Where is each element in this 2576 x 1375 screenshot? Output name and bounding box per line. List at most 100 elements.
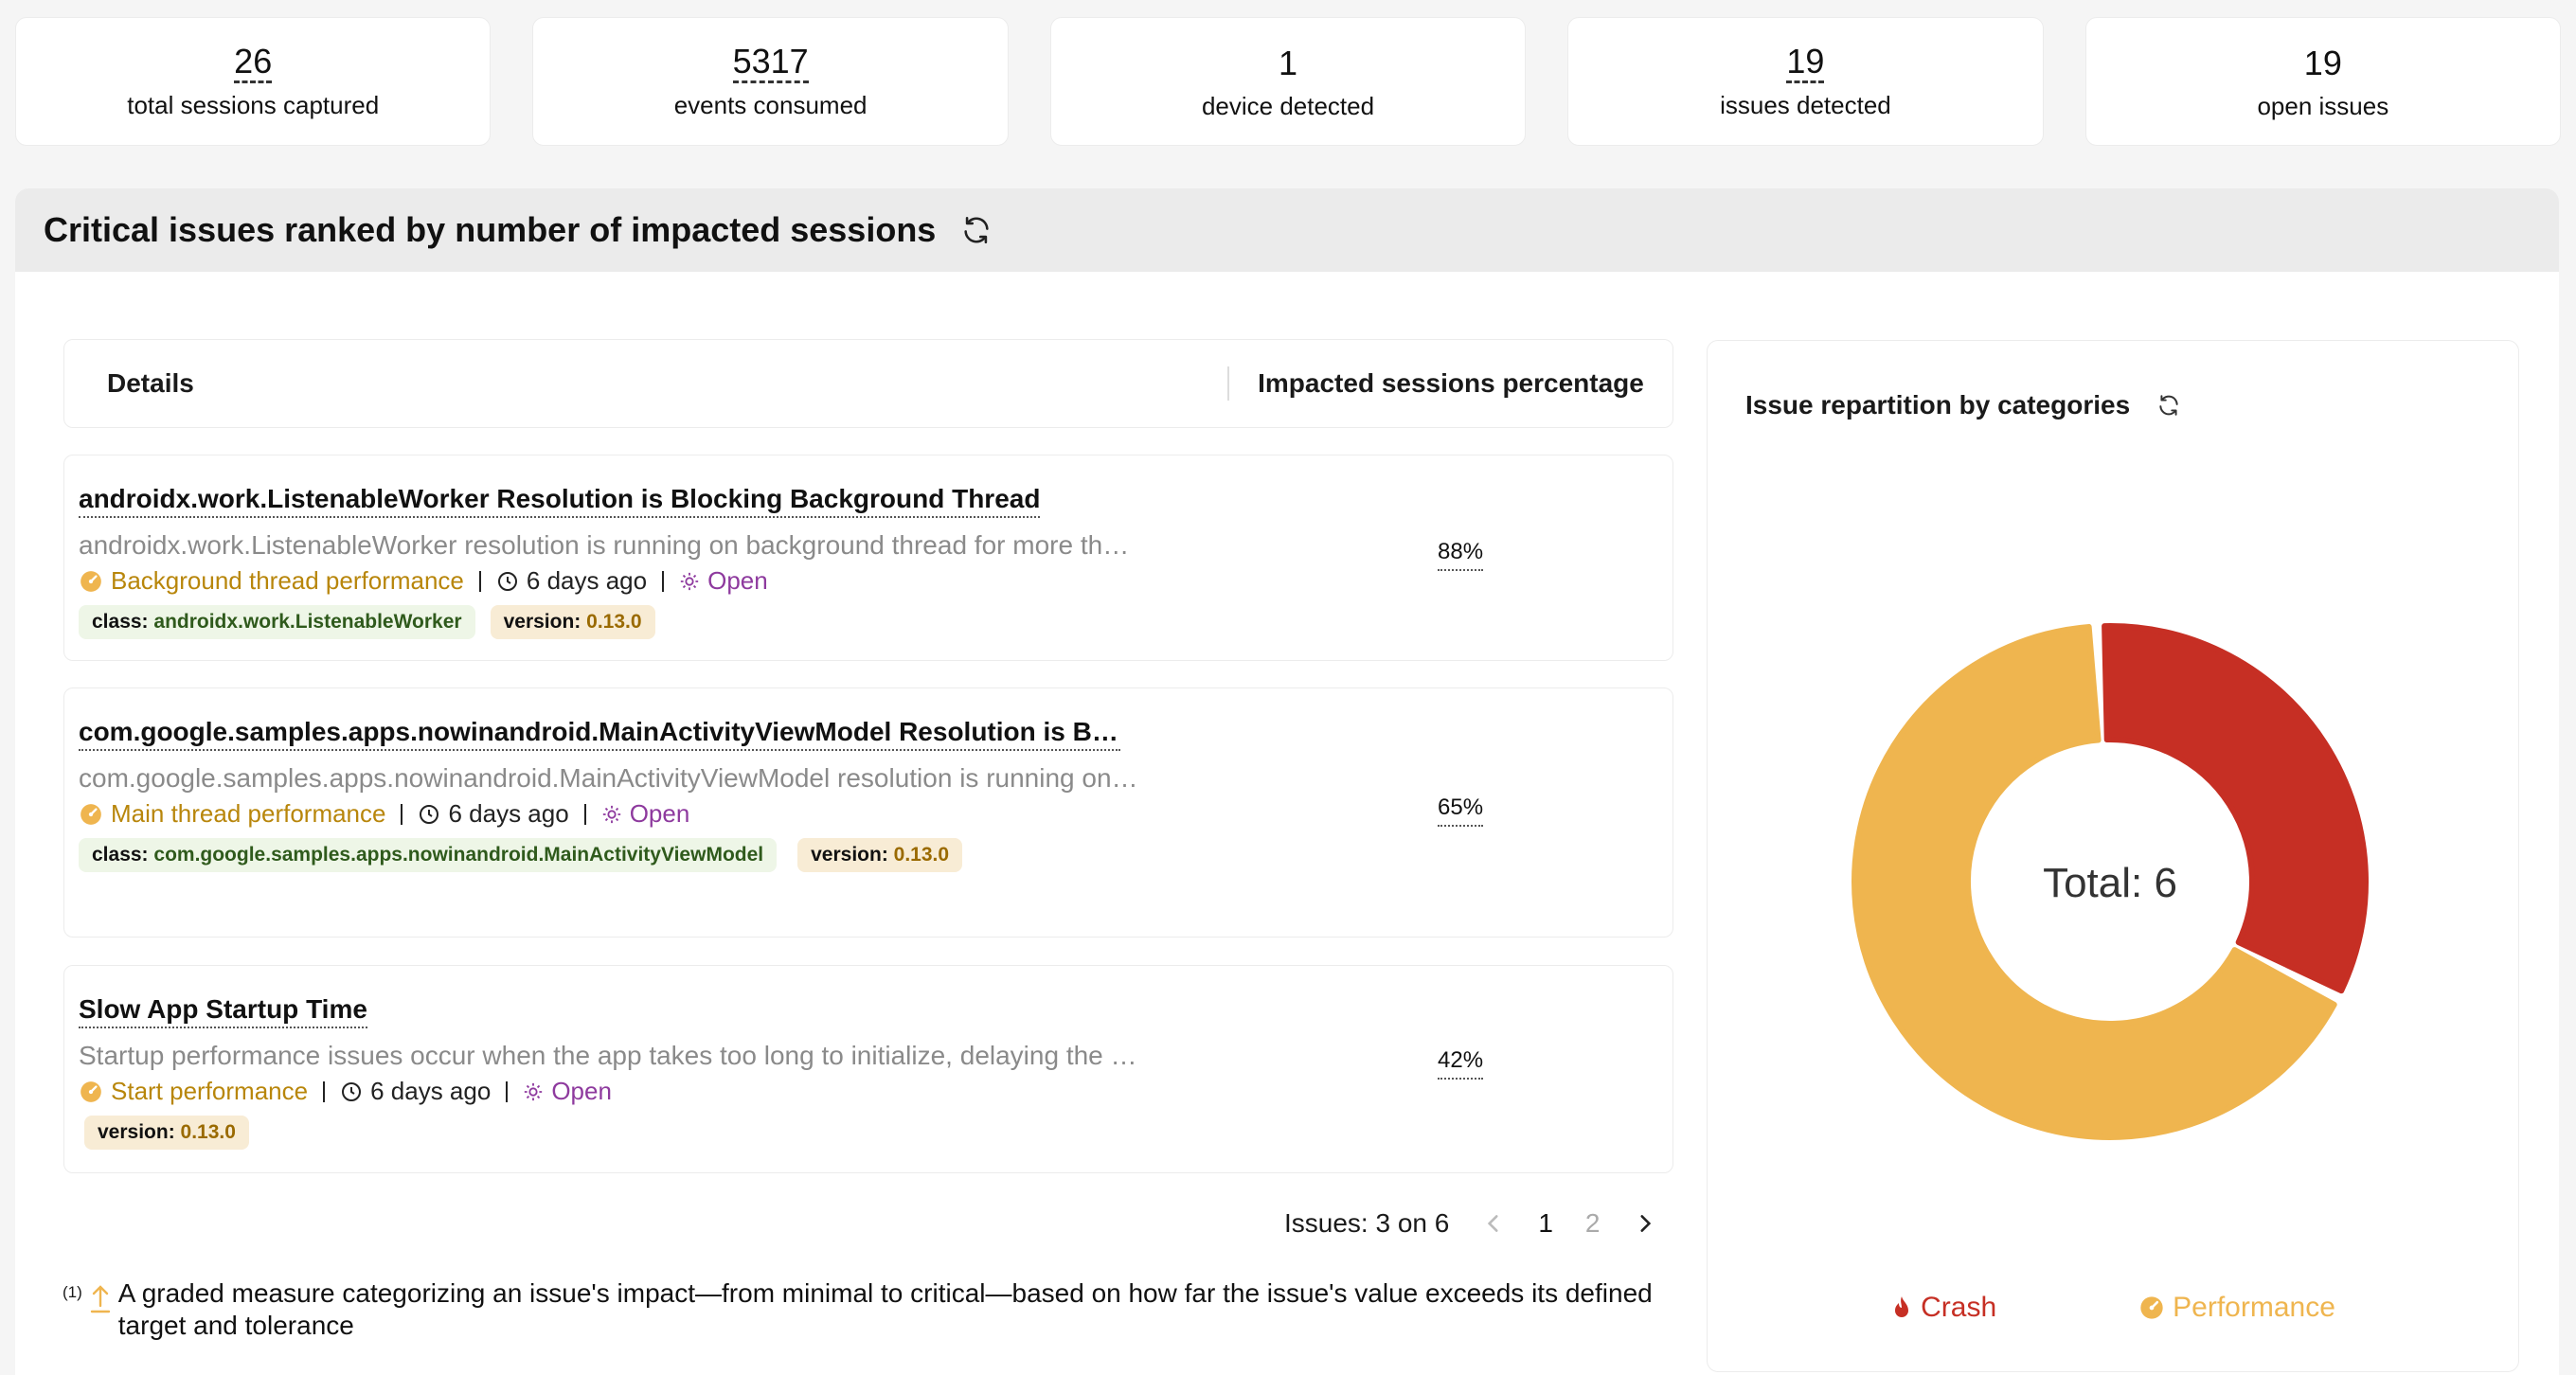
clock-icon xyxy=(418,803,440,826)
column-header-impact: Impacted sessions percentage xyxy=(1258,368,1644,398)
stat-label: total sessions captured xyxy=(127,91,380,119)
issue-category: Start performance xyxy=(79,1077,308,1106)
stats-row: 26 total sessions captured 5317 events c… xyxy=(15,17,2562,146)
class-tag: class: androidx.work.ListenableWorker xyxy=(79,605,475,639)
clock-icon xyxy=(496,570,519,593)
separator xyxy=(583,803,586,825)
issue-description: androidx.work.ListenableWorker resolutio… xyxy=(79,530,1139,560)
time-label: 6 days ago xyxy=(448,799,569,828)
footnote-text: A graded measure categorizing an issue's… xyxy=(117,1278,1653,1340)
category-label: Background thread performance xyxy=(111,566,464,595)
version-tag: version: 0.13.0 xyxy=(797,838,963,872)
status-label: Open xyxy=(551,1077,612,1105)
issue-row[interactable]: androidx.work.ListenableWorker Resolutio… xyxy=(63,455,1673,661)
footnote-mark: (1) xyxy=(63,1283,82,1301)
footnote: (1) A graded measure categorizing an iss… xyxy=(63,1277,1673,1342)
stat-card-sessions: 26 total sessions captured xyxy=(15,17,492,146)
status-label: Open xyxy=(707,566,768,595)
chevron-left-icon[interactable] xyxy=(1481,1211,1506,1236)
issue-meta: Background thread performance 6 days ago… xyxy=(79,566,1196,596)
stat-card-devices: 1 device detected xyxy=(1049,17,1527,146)
page-2-button[interactable]: 2 xyxy=(1585,1208,1601,1239)
issue-meta: Main thread performance 6 days ago Open xyxy=(79,799,1196,829)
issue-description: Startup performance issues occur when th… xyxy=(79,1041,1139,1070)
separator xyxy=(401,803,403,825)
issue-category: Background thread performance xyxy=(79,566,464,596)
version-tag: version: 0.13.0 xyxy=(490,605,655,639)
separator xyxy=(323,1080,326,1102)
category-label: Start performance xyxy=(111,1077,309,1105)
stat-value: 19 xyxy=(2303,43,2342,82)
separator xyxy=(662,570,665,592)
issue-tags: version: 0.13.0 xyxy=(79,1116,1196,1150)
time-label: 6 days ago xyxy=(526,566,648,595)
panel-header: Critical issues ranked by number of impa… xyxy=(15,188,2559,272)
time-label: 6 days ago xyxy=(370,1077,492,1105)
speedometer-icon xyxy=(79,569,103,594)
stat-label: device detected xyxy=(1201,91,1375,120)
pagination: Issues: 3 on 6 1 2 xyxy=(1284,1195,1657,1252)
refresh-icon[interactable] xyxy=(960,214,993,246)
issue-title-link[interactable]: Slow App Startup Time xyxy=(79,994,367,1028)
donut-total-label: Total: 6 xyxy=(2043,860,2177,906)
panel-title: Critical issues ranked by number of impa… xyxy=(44,210,937,249)
status-gear-icon xyxy=(601,804,622,825)
legend-item-crash[interactable]: Crash xyxy=(1890,1292,1996,1324)
issue-time: 6 days ago xyxy=(340,1077,491,1106)
table-header: Details Impacted sessions percentage xyxy=(63,339,1673,428)
speedometer-icon xyxy=(2138,1295,2165,1321)
impact-percentage[interactable]: 88% xyxy=(1438,539,1484,571)
issue-time: 6 days ago xyxy=(418,799,569,829)
legend-item-performance[interactable]: Performance xyxy=(2138,1292,2335,1324)
issue-time: 6 days ago xyxy=(496,566,647,596)
separator xyxy=(478,570,481,592)
critical-issues-panel: Critical issues ranked by number of impa… xyxy=(15,188,2559,1375)
issue-status: Open xyxy=(523,1077,612,1106)
flame-icon xyxy=(1890,1295,1913,1321)
pagination-summary: Issues: 3 on 6 xyxy=(1284,1208,1450,1238)
stat-label: open issues xyxy=(2257,91,2389,120)
class-tag: class: com.google.samples.apps.nowinandr… xyxy=(79,838,778,872)
page-1-button[interactable]: 1 xyxy=(1538,1208,1553,1239)
speedometer-icon xyxy=(79,1080,103,1104)
column-header-details: Details xyxy=(107,368,194,398)
stat-value: 1 xyxy=(1279,43,1298,82)
issue-title-link[interactable]: com.google.samples.apps.nowinandroid.Mai… xyxy=(79,717,1120,751)
issue-title-link[interactable]: androidx.work.ListenableWorker Resolutio… xyxy=(79,484,1041,518)
status-gear-icon xyxy=(679,571,700,592)
impact-percentage[interactable]: 65% xyxy=(1438,795,1484,827)
issue-meta: Start performance 6 days ago Open xyxy=(79,1077,1196,1106)
status-gear-icon xyxy=(523,1081,544,1102)
legend-label: Performance xyxy=(2173,1292,2335,1323)
issue-row[interactable]: Slow App Startup Time Startup performanc… xyxy=(63,965,1673,1173)
issue-category: Main thread performance xyxy=(79,799,385,829)
stat-card-issues: 19 issues detected xyxy=(1567,17,2044,146)
stat-label: issues detected xyxy=(1720,91,1891,119)
separator xyxy=(506,1080,509,1102)
clock-icon xyxy=(340,1080,363,1103)
chevron-right-icon[interactable] xyxy=(1633,1211,1657,1236)
chart-legend: Crash Performance xyxy=(1707,1292,2519,1324)
stat-card-open-issues: 19 open issues xyxy=(2084,17,2562,146)
stat-value[interactable]: 5317 xyxy=(732,43,809,83)
arrow-up-icon xyxy=(88,1277,113,1315)
issue-categories-card: Issue repartition by categories Total: 6 xyxy=(1707,340,2519,1372)
issue-status: Open xyxy=(601,799,690,829)
issue-description: com.google.samples.apps.nowinandroid.Mai… xyxy=(79,763,1139,793)
issue-tags: class: androidx.work.ListenableWorker ve… xyxy=(79,605,1196,639)
status-label: Open xyxy=(629,799,690,828)
speedometer-icon xyxy=(79,802,103,827)
donut-slice-crash[interactable] xyxy=(2102,623,2369,994)
stat-value[interactable]: 19 xyxy=(1786,43,1825,83)
issue-row[interactable]: com.google.samples.apps.nowinandroid.Mai… xyxy=(63,688,1673,938)
donut-chart: Total: 6 xyxy=(1852,623,2369,1140)
impact-percentage[interactable]: 42% xyxy=(1438,1047,1484,1080)
legend-label: Crash xyxy=(1921,1292,1997,1323)
stat-card-events: 5317 events consumed xyxy=(532,17,1009,146)
category-label: Main thread performance xyxy=(111,799,386,828)
stat-label: events consumed xyxy=(673,91,868,119)
stat-value[interactable]: 26 xyxy=(234,43,273,83)
issue-tags: class: com.google.samples.apps.nowinandr… xyxy=(79,838,1196,872)
issue-status: Open xyxy=(679,566,768,596)
version-tag: version: 0.13.0 xyxy=(84,1116,249,1150)
